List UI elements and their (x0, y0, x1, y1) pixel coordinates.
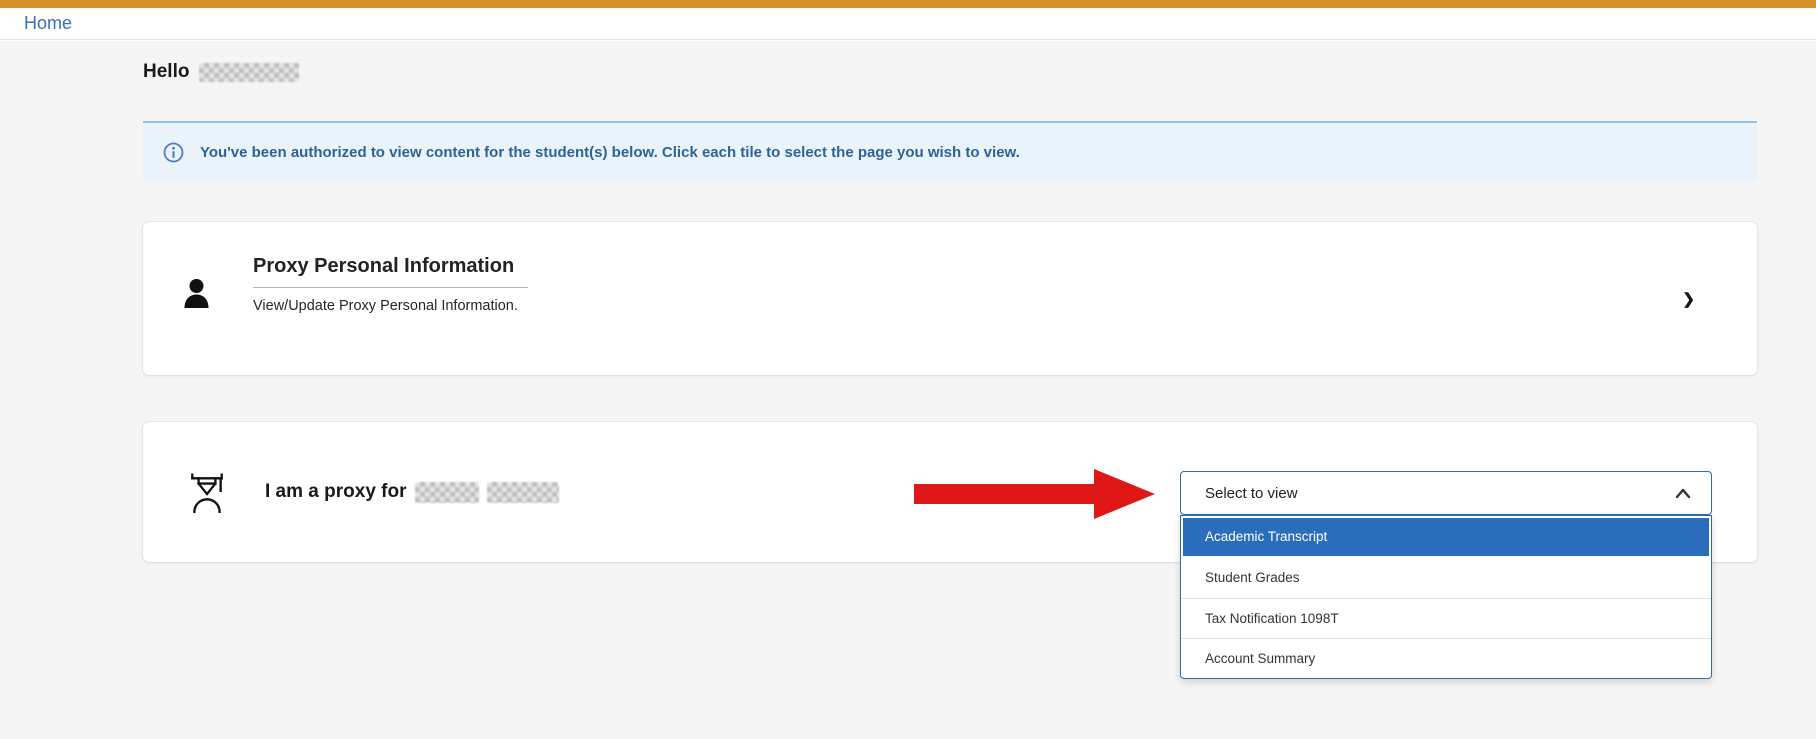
redacted-user-name (199, 63, 299, 82)
select-to-view-dropdown[interactable]: Select to view (1180, 471, 1712, 515)
info-icon (163, 142, 184, 163)
info-banner-text: You've been authorized to view content f… (200, 144, 1020, 161)
option-academic-transcript[interactable]: Academic Transcript (1183, 518, 1709, 556)
greeting-label: Hello (143, 61, 189, 83)
card-text-block: Proxy Personal Information View/Update P… (253, 255, 528, 314)
breadcrumb-bar: Home (0, 8, 1816, 40)
redacted-student-first-name (415, 482, 479, 503)
select-value: Select to view (1205, 485, 1298, 502)
option-tax-notification-1098t[interactable]: Tax Notification 1098T (1181, 598, 1711, 638)
proxy-label: I am a proxy for (265, 481, 407, 503)
dropdown-option-list: Academic Transcript Student Grades Tax N… (1180, 515, 1712, 679)
breadcrumb-home-link[interactable]: Home (24, 13, 72, 34)
redacted-student-last-name (487, 482, 559, 503)
option-student-grades[interactable]: Student Grades (1181, 558, 1711, 598)
info-banner: You've been authorized to view content f… (143, 123, 1757, 181)
graduate-icon (188, 472, 226, 514)
chevron-right-icon: ❯ (1682, 290, 1695, 308)
top-accent-bar (0, 0, 1816, 8)
card-title: Proxy Personal Information (253, 255, 528, 288)
greeting: Hello (143, 61, 299, 83)
user-icon (183, 278, 210, 309)
card-proxy-personal-information[interactable]: Proxy Personal Information View/Update P… (143, 222, 1757, 375)
card-subtitle: View/Update Proxy Personal Information. (253, 298, 528, 314)
chevron-up-icon[interactable] (1675, 488, 1691, 499)
card-proxy-line: I am a proxy for (265, 481, 559, 503)
option-account-summary[interactable]: Account Summary (1181, 638, 1711, 678)
